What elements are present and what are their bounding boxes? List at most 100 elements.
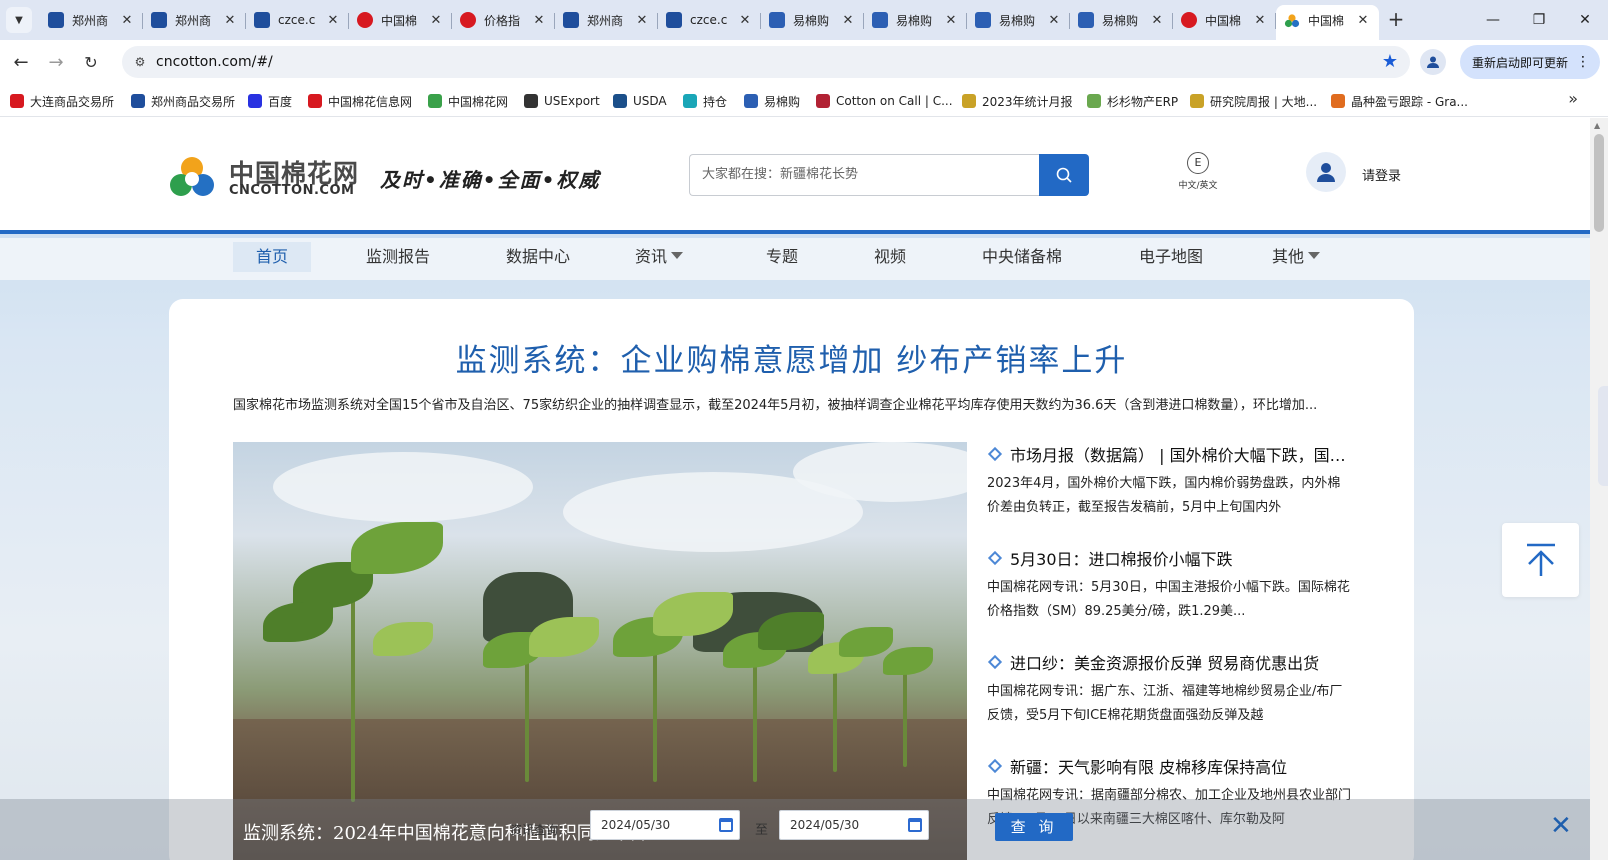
hero-caption[interactable]: 监测系统：2024年中国棉花意向种植面积同比下降: [243, 819, 649, 845]
browser-tab[interactable]: 易棉购 ✕: [1070, 5, 1173, 35]
site-info-icon[interactable]: ⚙: [130, 52, 150, 72]
browser-tab[interactable]: 郑州商 ✕: [555, 5, 658, 35]
nav-item[interactable]: 视频: [868, 242, 912, 272]
date-from-input[interactable]: 2024/05/30: [590, 810, 740, 840]
back-to-top-button[interactable]: [1502, 523, 1579, 597]
bookmark-item[interactable]: 大连商品交易所: [10, 92, 114, 110]
bookmark-item[interactable]: 晶种盈亏跟踪 - Gra...: [1331, 92, 1468, 110]
maximize-button[interactable]: ❐: [1516, 0, 1562, 40]
browser-tab[interactable]: 易棉购 ✕: [864, 5, 967, 35]
browser-tab[interactable]: 中国棉 ✕: [1276, 5, 1379, 40]
user-avatar-icon[interactable]: [1306, 152, 1346, 192]
browser-tab[interactable]: 价格指 ✕: [452, 5, 555, 35]
search-button[interactable]: [1039, 154, 1089, 196]
back-arrow-icon[interactable]: ←: [8, 49, 34, 75]
bookmark-item[interactable]: 中国棉花信息网: [308, 92, 412, 110]
address-bar[interactable]: ⚙ cncotton.com/#/ ★: [122, 46, 1410, 78]
bookmark-item[interactable]: USDA: [613, 92, 667, 110]
bookmark-item[interactable]: 杉杉物产ERP: [1087, 92, 1178, 110]
bookmarks-overflow-icon[interactable]: »: [1568, 89, 1578, 108]
browser-tab[interactable]: 中国棉 ✕: [1173, 5, 1276, 35]
calendar-icon[interactable]: [719, 818, 733, 832]
bookmark-item[interactable]: USExport: [524, 92, 600, 110]
bookmark-item[interactable]: 易棉购: [744, 92, 800, 110]
news-item[interactable]: 进口纱：美金资源报价反弹 贸易商优惠出货中国棉花网专讯：据广东、江浙、福建等地棉…: [987, 650, 1353, 754]
calendar-icon[interactable]: [908, 818, 922, 832]
site-search-input[interactable]: 大家都在搜：新疆棉花长势: [689, 154, 1039, 196]
date-to-input[interactable]: 2024/05/30: [779, 810, 929, 840]
bookmark-item[interactable]: 中国棉花网: [428, 92, 508, 110]
relaunch-update-button[interactable]: 重新启动即可更新 ⋮: [1460, 45, 1600, 79]
news-title[interactable]: 5月30日：进口棉报价小幅下跌: [987, 546, 1353, 570]
cncotton-logo-icon[interactable]: [168, 154, 216, 200]
browser-tab[interactable]: 郑州商 ✕: [143, 5, 246, 35]
tab-close-icon[interactable]: ✕: [428, 13, 444, 28]
nav-item[interactable]: 资讯: [630, 242, 688, 272]
login-link[interactable]: 请登录: [1362, 165, 1401, 184]
bookmark-star-icon[interactable]: ★: [1382, 46, 1398, 78]
tab-close-icon[interactable]: ✕: [634, 13, 650, 28]
forward-arrow-icon[interactable]: →: [43, 49, 69, 75]
news-title[interactable]: 进口纱：美金资源报价反弹 贸易商优惠出货: [987, 650, 1353, 674]
bookmark-item[interactable]: 持仓: [683, 92, 727, 110]
news-summary[interactable]: 2023年4月，国外棉价大幅下跌，国内棉价弱势盘跌，内外棉价差由负转正，截至报告…: [987, 472, 1353, 520]
bookmark-item[interactable]: 郑州商品交易所: [131, 92, 235, 110]
news-item[interactable]: 市场月报（数据篇） | 国外棉价大幅下跌，国内棉价弱势盘跌 2023年4月，国外棉…: [987, 442, 1353, 546]
nav-item[interactable]: 监测报告: [353, 242, 443, 272]
browser-tab[interactable]: 易棉购 ✕: [761, 5, 864, 35]
tab-close-icon[interactable]: ✕: [222, 13, 238, 28]
diamond-bullet-icon: [987, 758, 1003, 774]
scroll-up-arrow-icon[interactable]: ▲: [1594, 121, 1600, 130]
tab-close-icon[interactable]: ✕: [737, 13, 753, 28]
hero-cotton-seedlings-image[interactable]: [233, 442, 967, 860]
bookmark-item[interactable]: 研究院周报 | 大地...: [1190, 92, 1317, 110]
bookmark-item[interactable]: 百度: [248, 92, 292, 110]
minimize-button[interactable]: —: [1470, 0, 1516, 40]
tab-close-icon[interactable]: ✕: [531, 13, 547, 28]
browser-tab[interactable]: 郑州商 ✕: [40, 5, 143, 35]
featured-headline[interactable]: 监测系统：企业购棉意愿增加 纱布产销率上升: [169, 335, 1414, 380]
nav-item[interactable]: 中央储备棉: [974, 242, 1070, 272]
tab-close-icon[interactable]: ✕: [1046, 13, 1062, 28]
news-summary[interactable]: 中国棉花网专讯：5月30日，中国主港报价小幅下跌。国际棉花价格指数（SM）89.…: [987, 576, 1353, 624]
tab-search-chevron-icon[interactable]: ▼: [6, 7, 32, 33]
language-switch[interactable]: E 中文/英文: [1170, 152, 1226, 191]
page-scrollbar[interactable]: ▲: [1590, 118, 1608, 860]
tab-close-icon[interactable]: ✕: [943, 13, 959, 28]
news-summary[interactable]: 中国棉花网专讯：据广东、江浙、福建等地棉纱贸易企业/布厂反馈，受5月下旬ICE棉…: [987, 680, 1353, 728]
news-title[interactable]: 新疆：天气影响有限 皮棉移库保持高位: [987, 754, 1353, 778]
browser-tab[interactable]: 易棉购 ✕: [967, 5, 1070, 35]
logo-text-en[interactable]: CNCOTTON.COM: [229, 183, 354, 198]
news-title[interactable]: 市场月报（数据篇） | 国外棉价大幅下跌，国内棉价弱势盘跌: [987, 442, 1353, 466]
bookmark-item[interactable]: 2023年统计月报: [962, 92, 1073, 110]
nav-item[interactable]: 首页: [233, 242, 311, 272]
browser-tab[interactable]: czce.c ✕: [246, 5, 349, 35]
nav-item[interactable]: 电子地图: [1130, 242, 1212, 272]
kebab-menu-icon[interactable]: ⋮: [1576, 54, 1590, 70]
tab-close-icon[interactable]: ✕: [325, 13, 341, 28]
reload-icon[interactable]: ↻: [78, 49, 104, 75]
tab-close-icon[interactable]: ✕: [119, 13, 135, 28]
side-panel-tab[interactable]: [1598, 386, 1608, 486]
query-button[interactable]: 查 询: [995, 813, 1073, 841]
profile-avatar-icon[interactable]: [1420, 49, 1446, 75]
news-item[interactable]: 5月30日：进口棉报价小幅下跌中国棉花网专讯：5月30日，中国主港报价小幅下跌。…: [987, 546, 1353, 650]
scrollbar-thumb[interactable]: [1594, 134, 1604, 232]
bookmark-item[interactable]: Cotton on Call | C...: [816, 92, 953, 110]
nav-item[interactable]: 数据中心: [490, 242, 586, 272]
nav-item[interactable]: 其他: [1266, 242, 1326, 272]
tab-close-icon[interactable]: ✕: [1355, 13, 1371, 28]
url-text[interactable]: cncotton.com/#/: [156, 46, 273, 78]
tab-close-icon[interactable]: ✕: [1149, 13, 1165, 28]
close-query-bar-icon[interactable]: ✕: [1550, 811, 1572, 841]
featured-summary[interactable]: 国家棉花市场监测系统对全国15个省市及自治区、75家纺织企业的抽样调查显示，截至…: [233, 394, 1353, 413]
browser-tab[interactable]: 中国棉 ✕: [349, 5, 452, 35]
new-tab-button[interactable]: +: [1384, 8, 1408, 32]
window-close-button[interactable]: ✕: [1562, 0, 1608, 40]
tab-close-icon[interactable]: ✕: [1252, 13, 1268, 28]
tab-close-icon[interactable]: ✕: [840, 13, 856, 28]
bookmark-label: 晶种盈亏跟踪 - Gra...: [1351, 94, 1468, 109]
browser-tab[interactable]: czce.c ✕: [658, 5, 761, 35]
nav-item[interactable]: 专题: [760, 242, 804, 272]
bookmark-favicon-icon: [744, 94, 758, 108]
